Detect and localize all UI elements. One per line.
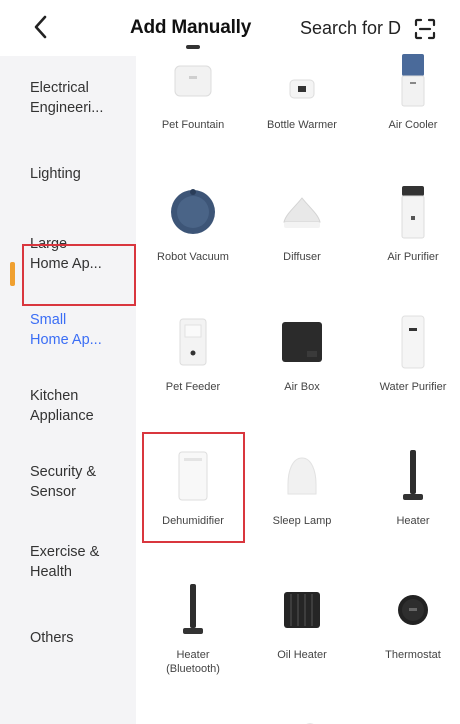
air-purifier-icon — [383, 182, 443, 242]
back-button[interactable] — [28, 14, 54, 40]
chevron-left-icon — [34, 15, 47, 39]
device-heater-bluetooth[interactable]: Heater (Bluetooth) — [143, 580, 243, 676]
device-pet-feeder[interactable]: Pet Feeder — [143, 312, 243, 394]
bottle-warmer-icon — [272, 50, 332, 110]
scan-icon — [414, 18, 436, 40]
sidebar-item-lighting[interactable]: Lighting — [30, 164, 130, 184]
tab-search-for-device[interactable]: Search for D — [300, 18, 401, 39]
heater-bluetooth-icon — [163, 580, 223, 640]
device-robot-vacuum[interactable]: Robot Vacuum — [143, 182, 243, 264]
device-air-cooler[interactable]: Air Cooler — [363, 50, 460, 132]
selected-category-indicator — [10, 262, 15, 286]
device-heater[interactable]: Heater — [363, 446, 460, 528]
scan-button[interactable] — [414, 18, 436, 40]
device-diffuser[interactable]: Diffuser — [252, 182, 352, 264]
device-air-box[interactable]: Air Box — [252, 312, 352, 394]
oil-heater-icon — [272, 580, 332, 640]
selected-category-highlight — [22, 244, 136, 306]
selected-device-highlight — [142, 432, 245, 543]
device-thermostat[interactable]: Thermostat — [363, 580, 460, 662]
sidebar-item-electrical-engineering[interactable]: Electrical Engineeri... — [30, 78, 130, 118]
sidebar-item-others[interactable]: Others — [30, 628, 130, 648]
heater-icon — [383, 446, 443, 506]
air-cooler-icon — [383, 50, 443, 110]
robot-vacuum-icon — [163, 182, 223, 242]
device-bottle-warmer[interactable]: Bottle Warmer — [252, 50, 352, 132]
sidebar-item-kitchen-appliance[interactable]: Kitchen Appliance — [30, 386, 130, 426]
pet-feeder-icon — [163, 312, 223, 372]
next-row-partial — [290, 716, 330, 724]
pet-fountain-icon — [163, 50, 223, 110]
tab-indicator — [186, 45, 200, 49]
sidebar-item-exercise-health[interactable]: Exercise & Health — [30, 542, 130, 582]
diffuser-icon — [272, 182, 332, 242]
device-air-purifier[interactable]: Air Purifier — [363, 182, 460, 264]
device-sleep-lamp[interactable]: Sleep Lamp — [252, 446, 352, 528]
tab-add-manually[interactable]: Add Manually — [130, 17, 251, 39]
sidebar-item-small-home-appliance[interactable]: Small Home Ap... — [30, 310, 130, 350]
device-pet-fountain[interactable]: Pet Fountain — [143, 50, 243, 132]
thermostat-icon — [383, 580, 443, 640]
device-oil-heater[interactable]: Oil Heater — [252, 580, 352, 662]
sidebar-item-security-sensor[interactable]: Security & Sensor — [30, 462, 130, 502]
air-box-icon — [272, 312, 332, 372]
water-purifier-icon — [383, 312, 443, 372]
sleep-lamp-icon — [272, 446, 332, 506]
top-bar: Add Manually Search for D — [0, 0, 460, 56]
device-water-purifier[interactable]: Water Purifier — [363, 312, 460, 394]
